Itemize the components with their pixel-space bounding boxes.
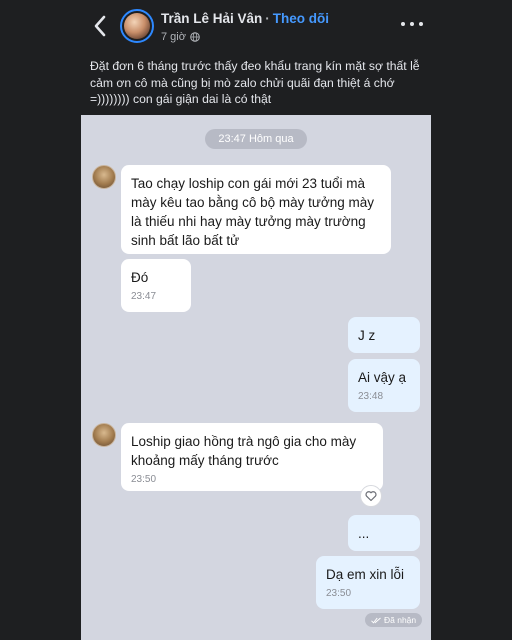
sender-avatar (92, 165, 116, 189)
author-line: Trần Lê Hải Vân · Theo dõi (161, 11, 329, 26)
more-dot (410, 22, 414, 26)
message-bubble-incoming: Loship giao hồng trà ngô gia cho mày kho… (121, 423, 383, 491)
status-text: Đã nhận (384, 615, 417, 625)
message-bubble-outgoing: J z (348, 317, 420, 353)
message-bubble-outgoing: Dạ em xin lỗi 23:50 (316, 556, 420, 609)
post-time[interactable]: 7 giờ (161, 31, 186, 43)
post-caption: Đặt đơn 6 tháng trước thấy đeo khẩu tran… (90, 59, 420, 106)
back-arrow-icon (94, 15, 106, 37)
message-time: 23:48 (358, 391, 384, 402)
heart-icon (365, 491, 377, 502)
message-bubble-incoming: Đó 23:47 (121, 259, 191, 312)
double-check-icon (371, 617, 381, 624)
message-text: ... (358, 526, 370, 541)
react-button[interactable] (360, 485, 382, 507)
post-meta: 7 giờ (161, 31, 200, 43)
message-text: Dạ em xin lỗi (326, 567, 405, 582)
message-time: 23:47 (131, 291, 157, 302)
globe-icon (190, 32, 200, 42)
message-text: Ai vậy ạ (358, 370, 407, 385)
author-avatar[interactable] (120, 9, 154, 43)
chat-screenshot[interactable]: 23:47 Hôm qua Tao chạy loship con gái mớ… (81, 115, 431, 640)
more-options-button[interactable] (401, 17, 423, 31)
more-options-icon (401, 22, 405, 26)
message-text: Loship giao hồng trà ngô gia cho mày kho… (131, 434, 357, 468)
date-divider: 23:47 Hôm qua (205, 129, 307, 149)
name-separator: · (265, 11, 270, 26)
message-bubble-incoming: Tao chạy loship con gái mới 23 tuổi mà m… (121, 165, 391, 254)
message-bubble-outgoing: Ai vậy ạ 23:48 (348, 359, 420, 412)
more-dot (419, 22, 423, 26)
post-header: Trần Lê Hải Vân · Theo dõi 7 giờ (0, 0, 512, 52)
follow-button[interactable]: Theo dõi (273, 11, 329, 26)
sender-avatar (92, 423, 116, 447)
delivery-status: Đã nhận (365, 613, 423, 627)
message-time: 23:50 (326, 588, 352, 599)
message-time: 23:50 (131, 474, 157, 485)
avatar-image (124, 13, 150, 39)
author-name[interactable]: Trần Lê Hải Vân (161, 11, 262, 26)
message-text: Đó (131, 270, 149, 285)
message-text: J z (358, 328, 376, 343)
message-bubble-outgoing: ... (348, 515, 420, 551)
back-button[interactable] (88, 12, 112, 40)
message-text: Tao chạy loship con gái mới 23 tuổi mà m… (131, 176, 375, 248)
